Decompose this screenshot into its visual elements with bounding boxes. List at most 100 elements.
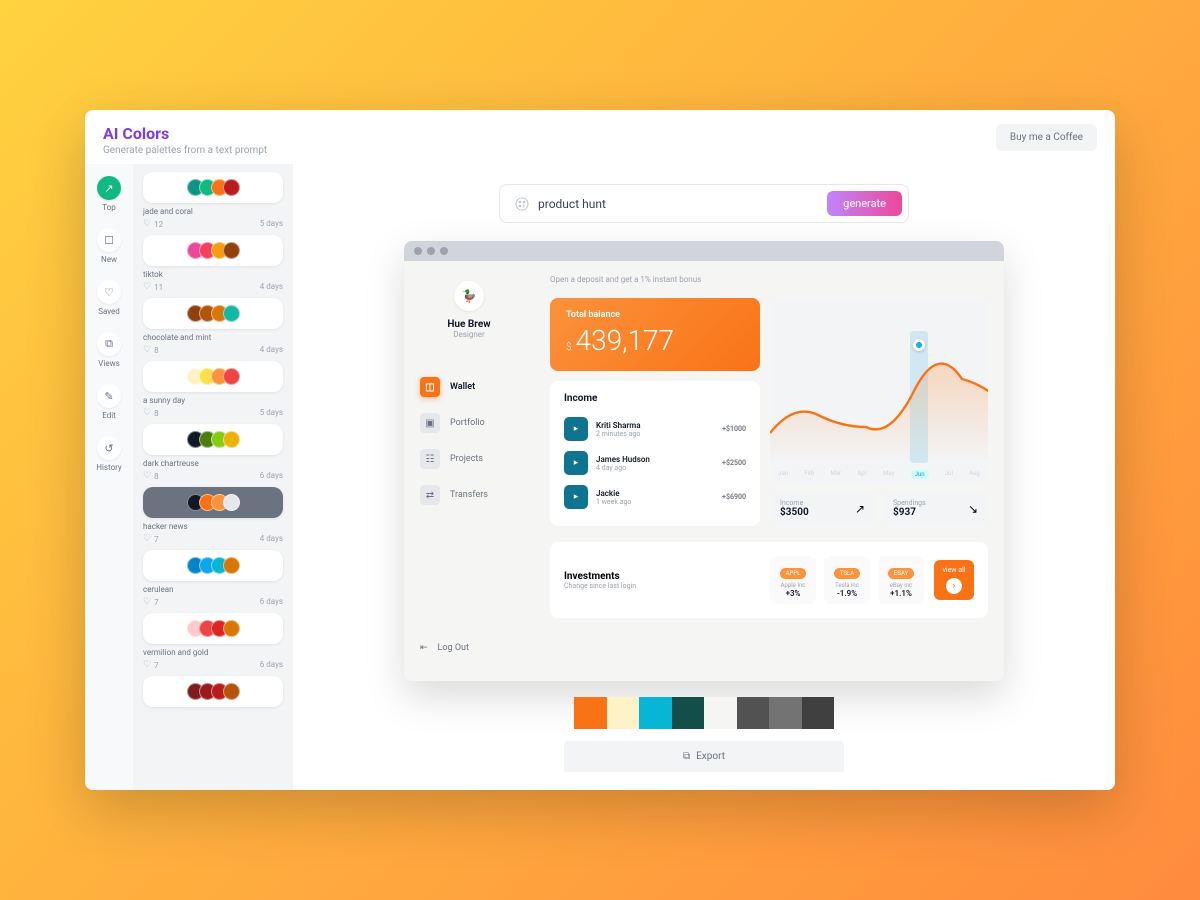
swatch bbox=[223, 557, 240, 574]
swap-icon: ⇄ bbox=[420, 485, 440, 505]
palette-swatches[interactable] bbox=[143, 676, 283, 707]
nav-item-edit[interactable]: ✎Edit bbox=[89, 380, 129, 424]
nav-label: History bbox=[96, 463, 121, 472]
strip-swatch[interactable] bbox=[769, 697, 802, 729]
strip-swatch[interactable] bbox=[802, 697, 835, 729]
chart-month-label: Mar bbox=[830, 470, 841, 479]
menu-item-transfers[interactable]: ⇄Transfers bbox=[414, 477, 524, 513]
company-name: eBay inc bbox=[886, 582, 916, 589]
palette-item[interactable]: tiktok♡ 114 days bbox=[143, 235, 283, 292]
swatch bbox=[223, 305, 240, 322]
user-role: Designer bbox=[414, 330, 524, 339]
palette-age: 4 days bbox=[260, 534, 283, 544]
swatch bbox=[223, 179, 240, 196]
chart-line bbox=[770, 343, 988, 463]
strip-swatch[interactable] bbox=[639, 697, 672, 729]
balance-amount: 439,177 bbox=[576, 324, 675, 357]
strip-swatch[interactable] bbox=[574, 697, 607, 729]
palette-swatches[interactable] bbox=[143, 487, 283, 518]
income-time: 1 week ago bbox=[596, 498, 714, 506]
view-all-button[interactable]: view all › bbox=[934, 560, 974, 600]
investments-subtitle: Change since last login bbox=[564, 582, 636, 590]
income-item: ▸Jackie1 week ago+$6900 bbox=[564, 480, 746, 514]
window-titlebar bbox=[404, 241, 1004, 261]
palette-swatches[interactable] bbox=[143, 613, 283, 644]
palette-swatches[interactable] bbox=[143, 235, 283, 266]
change-value: -1.9% bbox=[832, 589, 862, 598]
traffic-max-icon bbox=[440, 247, 448, 255]
palette-name: jade and coral bbox=[143, 207, 283, 216]
chart-dot bbox=[913, 339, 925, 351]
palette-item[interactable]: vermilion and gold♡ 76 days bbox=[143, 613, 283, 670]
palette-swatches[interactable] bbox=[143, 424, 283, 455]
strip-swatch[interactable] bbox=[704, 697, 737, 729]
palette-list[interactable]: jade and coral♡ 125 days tiktok♡ 114 days… bbox=[133, 164, 293, 790]
brand: AI Colors Generate palettes from a text … bbox=[103, 124, 267, 156]
chart-month-label: May bbox=[883, 470, 894, 479]
logout-button[interactable]: ⇤ Log Out bbox=[414, 635, 524, 661]
brand-title: AI Colors bbox=[103, 124, 267, 143]
palette-item[interactable]: a sunny day♡ 85 days bbox=[143, 361, 283, 418]
prompt-input[interactable] bbox=[538, 197, 819, 211]
export-button[interactable]: ⧉ Export bbox=[564, 741, 844, 772]
palette-name: cerulean bbox=[143, 585, 283, 594]
menu-item-wallet[interactable]: ◫Wallet bbox=[414, 369, 524, 405]
stat-label: Income bbox=[780, 499, 809, 507]
heart-icon: ♡ bbox=[143, 471, 151, 481]
palette-name: hacker news bbox=[143, 522, 283, 531]
nav-item-saved[interactable]: ♡Saved bbox=[89, 276, 129, 320]
income-amount: +$1000 bbox=[722, 425, 746, 433]
buy-coffee-button[interactable]: Buy me a Coffee bbox=[996, 124, 1097, 151]
palette-item[interactable]: chocolate and mint♡ 84 days bbox=[143, 298, 283, 355]
preview-sidebar: 🦆 Hue Brew Designer ◫Wallet▣Portfolio☷Pr… bbox=[404, 261, 534, 681]
income-name: Jackie bbox=[596, 489, 714, 498]
palette-likes: ♡ 8 bbox=[143, 471, 159, 481]
investments-card: Investments Change since last login APPL… bbox=[550, 542, 988, 618]
trend-up-icon: ↗ bbox=[97, 176, 121, 200]
app-header: AI Colors Generate palettes from a text … bbox=[85, 110, 1115, 164]
palette-swatches[interactable] bbox=[143, 550, 283, 581]
menu-item-portfolio[interactable]: ▣Portfolio bbox=[414, 405, 524, 441]
palette-age: 5 days bbox=[260, 408, 283, 418]
columns-icon: ⧉ bbox=[97, 332, 121, 356]
balance-currency: $ bbox=[566, 342, 572, 353]
strip-swatch[interactable] bbox=[672, 697, 705, 729]
palette-swatches[interactable] bbox=[143, 172, 283, 203]
chart-month-label: Aug bbox=[969, 470, 980, 479]
palette-age: 4 days bbox=[260, 282, 283, 292]
chevron-right-icon: › bbox=[946, 578, 962, 594]
user-name: Hue Brew bbox=[414, 319, 524, 330]
palette-item[interactable] bbox=[143, 676, 283, 707]
palette-swatches[interactable] bbox=[143, 298, 283, 329]
palette-item[interactable]: dark chartreuse♡ 86 days bbox=[143, 424, 283, 481]
nav-item-new[interactable]: ☐New bbox=[89, 224, 129, 268]
palette-item[interactable]: jade and coral♡ 125 days bbox=[143, 172, 283, 229]
chart-month-label: Feb bbox=[804, 470, 814, 479]
income-time: 2 minutes ago bbox=[596, 430, 714, 438]
palette-name: a sunny day bbox=[143, 396, 283, 405]
income-amount: +$6900 bbox=[722, 493, 746, 501]
view-all-label: view all bbox=[942, 566, 965, 574]
nav-item-history[interactable]: ↺History bbox=[89, 432, 129, 476]
nav-label: New bbox=[101, 255, 117, 264]
strip-swatch[interactable] bbox=[737, 697, 770, 729]
balance-label: Total balance bbox=[566, 310, 744, 320]
palette-item[interactable]: hacker news♡ 74 days bbox=[143, 487, 283, 544]
strip-swatch[interactable] bbox=[607, 697, 640, 729]
palette-strip bbox=[574, 697, 834, 729]
income-item: ▸James Hudson4 day ago+$2500 bbox=[564, 446, 746, 480]
heart-icon: ♡ bbox=[143, 408, 151, 418]
investment-item: APPLApple Inc+3% bbox=[770, 556, 816, 604]
generate-button[interactable]: generate bbox=[827, 191, 902, 216]
heart-icon: ♡ bbox=[143, 597, 151, 607]
palette-item[interactable]: cerulean♡ 76 days bbox=[143, 550, 283, 607]
nav-item-top[interactable]: ↗Top bbox=[89, 172, 129, 216]
stat-label: Spendings bbox=[893, 499, 926, 507]
nav-item-views[interactable]: ⧉Views bbox=[89, 328, 129, 372]
chart-month-label: Jul bbox=[945, 470, 953, 479]
palette-swatches[interactable] bbox=[143, 361, 283, 392]
ticker-badge: EBAY bbox=[888, 568, 914, 579]
app-body: ↗Top ☐New ♡Saved ⧉Views ✎Edit ↺History jade a… bbox=[85, 164, 1115, 790]
menu-item-projects[interactable]: ☷Projects bbox=[414, 441, 524, 477]
palette-age: 4 days bbox=[260, 345, 283, 355]
